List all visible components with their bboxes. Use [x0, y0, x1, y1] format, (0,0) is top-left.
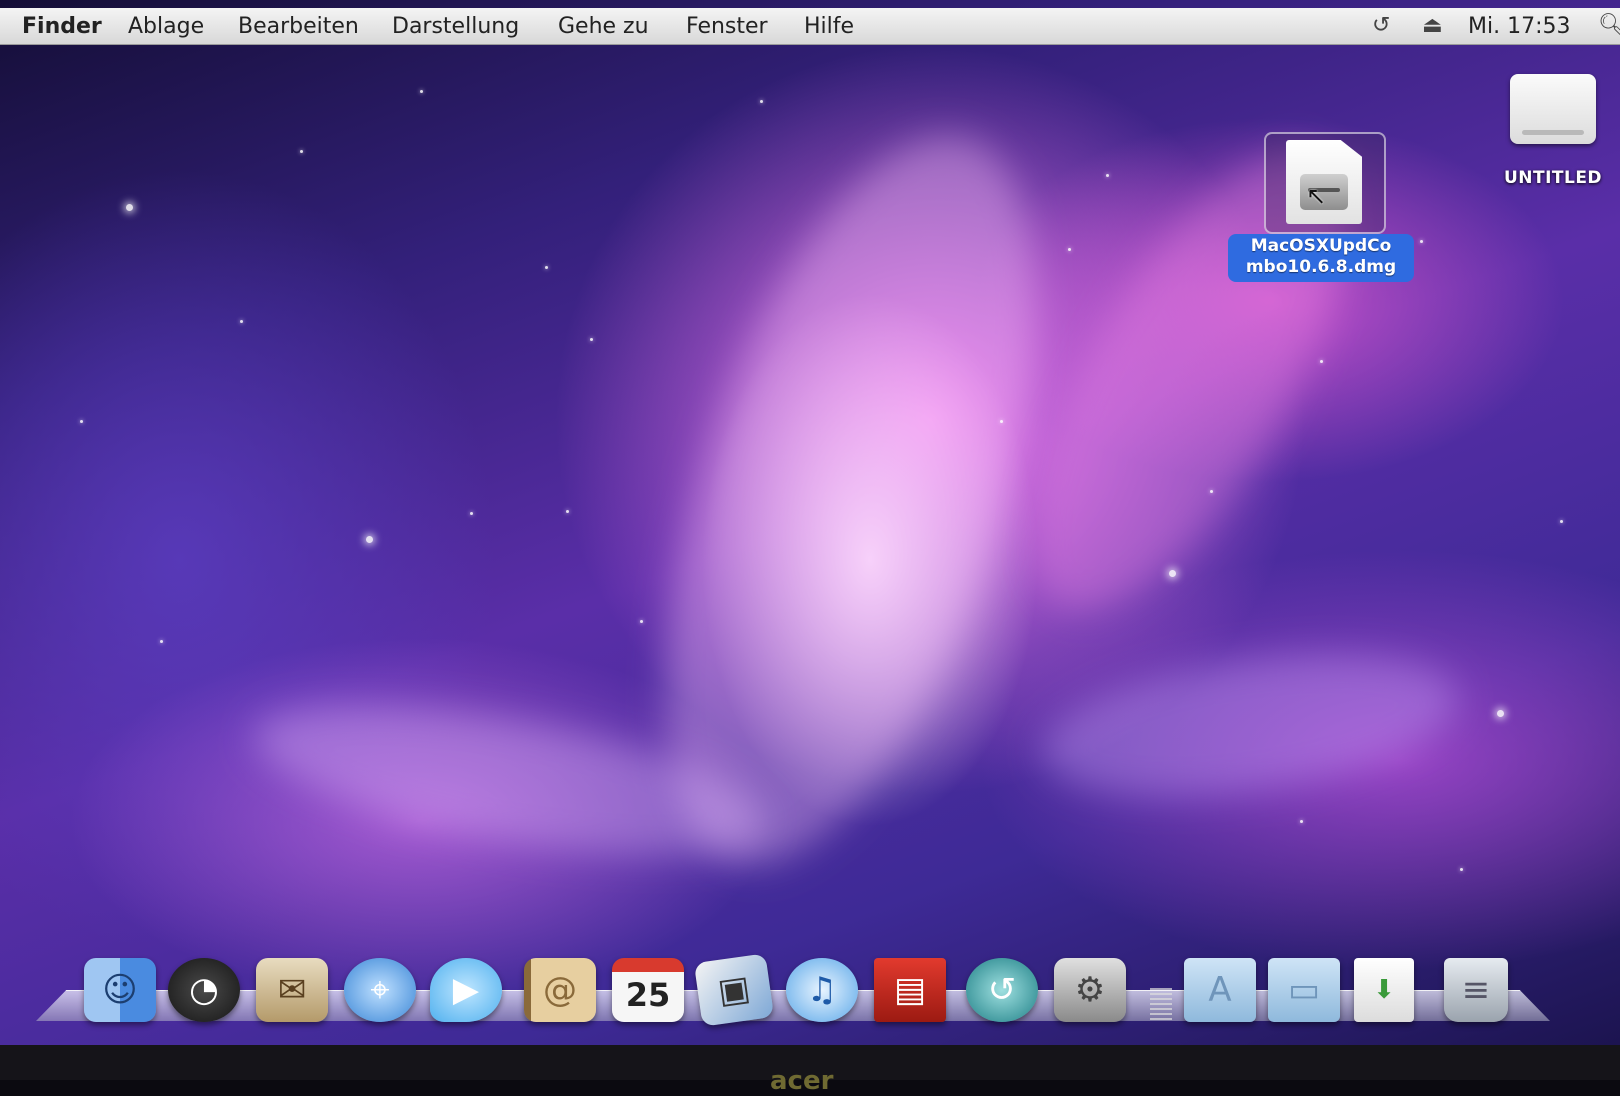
finder-icon: ☺	[84, 958, 156, 1022]
untitled-drive-label[interactable]: UNTITLED	[1482, 168, 1620, 188]
star	[545, 266, 548, 269]
aurora-streak	[589, 92, 1111, 908]
downloads-stack-icon: ⬇	[1354, 958, 1414, 1022]
menu-fenster[interactable]: Fenster	[686, 14, 768, 39]
menu-gehe-zu[interactable]: Gehe zu	[558, 14, 649, 39]
dock-itunes[interactable]: ♫	[786, 958, 858, 1026]
star	[470, 512, 473, 515]
menu-clock[interactable]: Mi. 17:53	[1468, 14, 1570, 39]
dock-address-book[interactable]: @	[524, 958, 596, 1026]
dock-downloads-stack[interactable]: ⬇	[1354, 958, 1414, 1026]
menu-darstellung[interactable]: Darstellung	[392, 14, 519, 39]
dock-photo-booth[interactable]: ▤	[874, 958, 946, 1026]
mouse-cursor-icon: ↖	[1306, 182, 1327, 210]
aurora-streak	[1032, 631, 1468, 819]
dock-ical[interactable]: 25	[612, 958, 684, 1026]
star	[1210, 490, 1213, 493]
star	[420, 90, 423, 93]
star	[1300, 820, 1303, 823]
iphoto-icon: ▣	[693, 953, 775, 1027]
star	[160, 640, 163, 643]
star	[80, 420, 83, 423]
star	[1000, 420, 1003, 423]
time-machine-icon: ↺	[966, 958, 1038, 1022]
applications-folder-icon: A	[1184, 958, 1256, 1022]
dmg-file-label[interactable]: MacOSXUpdCo mbo10.6.8.dmg	[1228, 234, 1414, 282]
photo-booth-icon: ▤	[874, 958, 946, 1022]
star	[1106, 174, 1109, 177]
dashboard-icon: ◔	[168, 958, 240, 1022]
dock-time-machine[interactable]: ↺	[966, 958, 1038, 1026]
dock-finder[interactable]: ☺	[84, 958, 156, 1026]
star	[1169, 570, 1176, 577]
star	[240, 320, 243, 323]
star	[1320, 360, 1323, 363]
dock-applications-folder[interactable]: A	[1184, 958, 1256, 1026]
star	[126, 204, 133, 211]
star	[1497, 710, 1504, 717]
ical-icon: 25	[612, 958, 684, 1022]
dock-iphoto[interactable]: ▣	[693, 953, 775, 1027]
ichat-icon: ▶	[430, 958, 502, 1022]
dock-separator	[1150, 988, 1172, 1020]
eject-icon[interactable]: ⏏	[1422, 13, 1443, 38]
itunes-icon: ♫	[786, 958, 858, 1022]
star	[590, 338, 593, 341]
drive-slot	[1522, 130, 1584, 135]
star	[366, 536, 373, 543]
dock-safari[interactable]: ⌖	[344, 958, 416, 1026]
menu-bearbeiten[interactable]: Bearbeiten	[238, 14, 359, 39]
star	[640, 620, 643, 623]
documents-folder-icon: ▭	[1268, 958, 1340, 1022]
dmg-label-line-2: mbo10.6.8.dmg	[1245, 257, 1397, 277]
dock-ichat[interactable]: ▶	[430, 958, 502, 1026]
dmg-label-line-1: MacOSXUpdCo	[1250, 236, 1392, 256]
aurora-streak	[243, 675, 777, 885]
menu-hilfe[interactable]: Hilfe	[804, 14, 854, 39]
menu-ablage[interactable]: Ablage	[128, 14, 204, 39]
star	[1068, 248, 1071, 251]
star	[300, 150, 303, 153]
untitled-drive-icon[interactable]	[1510, 74, 1596, 152]
menu-finder[interactable]: Finder	[22, 14, 102, 39]
monitor-brand-logo: acer	[770, 1066, 834, 1096]
time-machine-icon[interactable]: ↺	[1372, 13, 1390, 38]
dock-documents-folder[interactable]: ▭	[1268, 958, 1340, 1026]
address-book-icon: @	[524, 958, 596, 1022]
safari-icon: ⌖	[344, 958, 416, 1022]
star	[760, 100, 763, 103]
trash-icon: ≡	[1444, 958, 1508, 1022]
mail-icon: ✉	[256, 958, 328, 1022]
star	[1420, 240, 1423, 243]
spotlight-icon[interactable]: 🔍︎	[1598, 13, 1620, 38]
star	[1460, 868, 1463, 871]
star	[566, 510, 569, 513]
menu-bar: Finder Ablage Bearbeiten Darstellung Geh…	[0, 8, 1620, 45]
dock-trash[interactable]: ≡	[1444, 958, 1508, 1026]
system-preferences-icon: ⚙	[1054, 958, 1126, 1022]
dock-dashboard[interactable]: ◔	[168, 958, 240, 1026]
dock-mail[interactable]: ✉	[256, 958, 328, 1026]
star	[1560, 520, 1563, 523]
dock-system-preferences[interactable]: ⚙	[1054, 958, 1126, 1026]
